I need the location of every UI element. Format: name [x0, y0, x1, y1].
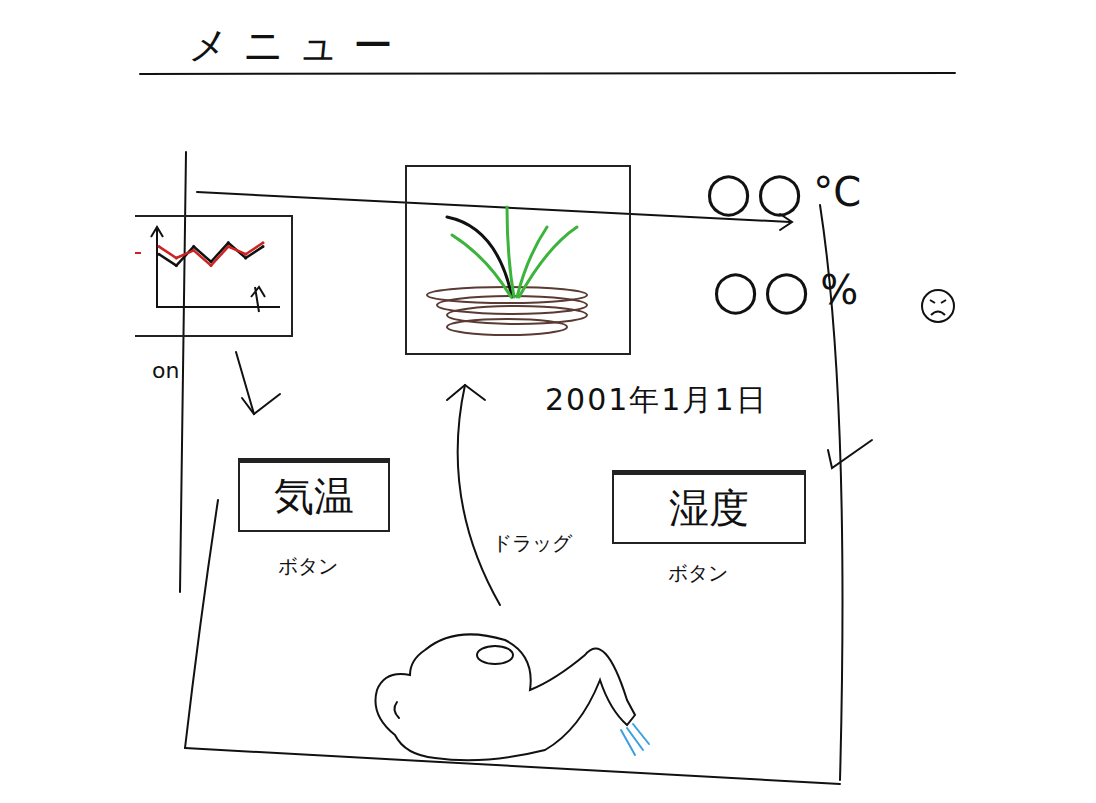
- date-label: 2001年1月1日: [545, 380, 768, 421]
- menu-title: メニュー: [188, 18, 407, 73]
- chart-plot: [135, 217, 289, 335]
- line-chart: [135, 215, 293, 337]
- button-caption: ボタン: [278, 553, 338, 580]
- plant-icon: [407, 167, 629, 353]
- series-point: [175, 257, 178, 260]
- watering-can-icon[interactable]: [365, 620, 665, 765]
- button-caption: ボタン: [668, 560, 728, 587]
- series-point: [227, 241, 230, 244]
- series-point: [192, 249, 195, 252]
- chart-series: [158, 241, 265, 267]
- series-point: [192, 245, 195, 248]
- sad-face-icon: [920, 288, 956, 324]
- temperature-reading: ○○°C: [705, 162, 861, 221]
- temperature-button[interactable]: 気温: [238, 458, 390, 532]
- reading-value: ○○: [712, 260, 814, 319]
- humidity-reading: ○○%: [712, 260, 858, 319]
- chart-axis: [157, 229, 280, 307]
- reading-value: ○○: [705, 162, 807, 221]
- series-point: [262, 241, 265, 244]
- series-point: [262, 245, 265, 248]
- series-point: [227, 245, 230, 248]
- series-point: [244, 253, 247, 256]
- reading-unit: °C: [813, 170, 861, 214]
- drag-label: ドラッグ: [492, 530, 572, 557]
- series-line: [159, 243, 263, 266]
- sketch-canvas: メニュー on ○○°C ○○% 2001年1月1日 気温 ボタン: [0, 0, 1096, 803]
- axis-arrow-icon: [151, 227, 163, 237]
- reading-unit: %: [820, 268, 858, 312]
- series-point: [158, 245, 161, 248]
- series-line: [159, 243, 263, 266]
- chart-tick: [135, 252, 141, 254]
- chart-series: [158, 241, 265, 267]
- series-point: [158, 253, 161, 256]
- plant-picture: [405, 165, 631, 355]
- cursor-icon: [251, 287, 265, 312]
- series-point: [244, 257, 247, 260]
- humidity-button[interactable]: 湿度: [612, 470, 806, 544]
- series-point: [175, 264, 178, 267]
- chart-label: on: [152, 358, 179, 383]
- series-point: [210, 264, 213, 267]
